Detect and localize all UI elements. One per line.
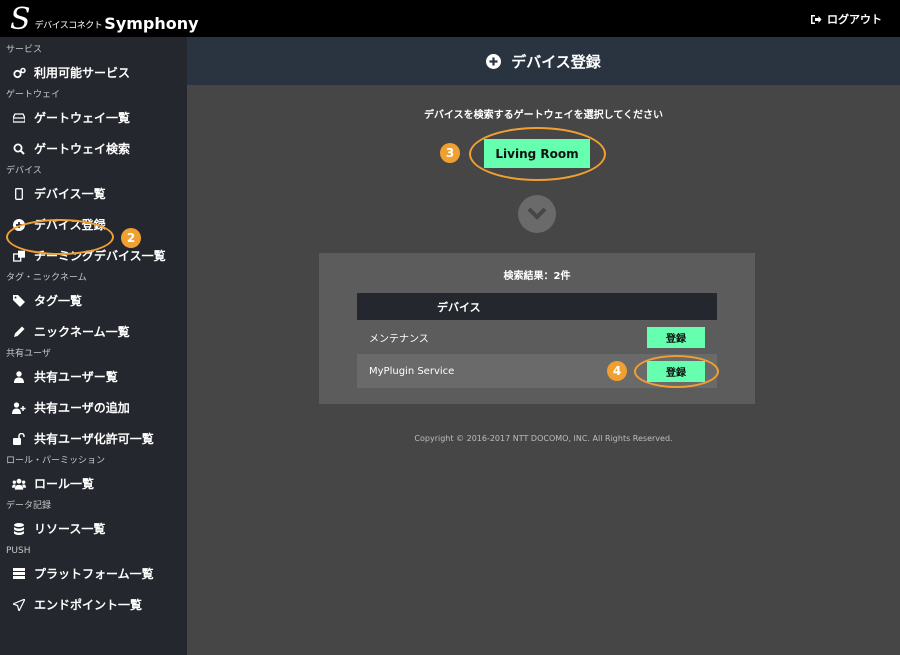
- search-results-panel: 検索結果：2件 デバイス メンテナンス 登録 MyPlugin Service …: [319, 253, 755, 404]
- sidebar-item-role-list[interactable]: ロール一覧: [0, 468, 187, 499]
- search-icon: [12, 142, 26, 156]
- database-icon: [12, 522, 26, 536]
- register-button[interactable]: 登録: [647, 326, 705, 348]
- sidebar-item-gateway-list[interactable]: ゲートウェイ一覧: [0, 102, 187, 133]
- sidebar-item-nickname-list[interactable]: ニックネーム一覧: [0, 316, 187, 347]
- sidebar: サービス 利用可能サービス ゲートウェイ ゲートウェイ一覧 ゲートウェイ検索 デ…: [0, 37, 187, 655]
- sidebar-section-tag-nickname: タグ・ニックネーム: [6, 273, 87, 283]
- sidebar-section-push: PUSH: [6, 546, 31, 556]
- sign-out-icon: [811, 14, 822, 24]
- sidebar-item-label: 共有ユーザー覧: [34, 370, 118, 384]
- tags-icon: [12, 294, 26, 308]
- table-header: デバイス: [357, 293, 717, 320]
- sidebar-item-platform-list[interactable]: プラットフォーム一覧: [0, 558, 187, 589]
- sidebar-item-teaming-device-list[interactable]: チーミングデバイス一覧: [0, 240, 187, 271]
- page-title: デバイス登録: [486, 51, 601, 72]
- gateway-living-room-button[interactable]: Living Room: [484, 139, 590, 168]
- step-badge-3: 3: [440, 143, 460, 163]
- sidebar-item-label: 利用可能サービス: [34, 66, 131, 80]
- logout-button[interactable]: ログアウト: [810, 11, 882, 27]
- logo-mark: S: [10, 2, 31, 37]
- copyright-footer: Copyright © 2016-2017 NTT DOCOMO, INC. A…: [414, 434, 673, 443]
- logout-label: ログアウト: [827, 13, 882, 26]
- users-icon: [12, 477, 26, 491]
- gateway-select-prompt: デバイスを検索するゲートウェイを選択してください: [423, 110, 664, 121]
- sidebar-section-shared-user: 共有ユーザ: [6, 349, 51, 359]
- sidebar-item-label: ニックネーム一覧: [34, 325, 130, 339]
- logo-jp-text: デバイスコネクト: [34, 21, 103, 31]
- send-icon: [12, 598, 26, 612]
- sidebar-item-device-list[interactable]: デバイス一覧: [0, 178, 187, 209]
- sidebar-item-label: プラットフォーム一覧: [34, 567, 154, 581]
- device-name: MyPlugin Service: [369, 365, 455, 377]
- sidebar-item-label: ゲートウェイ検索: [34, 142, 131, 156]
- sidebar-item-label: 共有ユーザの追加: [34, 401, 130, 415]
- sidebar-section-service: サービス: [6, 45, 43, 55]
- clone-icon: [12, 249, 26, 263]
- search-results-title: 検索結果：2件: [503, 271, 571, 282]
- pencil-icon: [12, 325, 26, 339]
- sidebar-section-data-record: データ記録: [6, 501, 52, 511]
- sidebar-item-label: ロール一覧: [34, 477, 95, 491]
- user-plus-icon: [12, 401, 26, 415]
- cogs-icon: [12, 66, 26, 80]
- page-title-text: デバイス登録: [511, 52, 601, 71]
- step-badge-2: 2: [121, 228, 141, 248]
- plus-circle-icon: [486, 53, 502, 69]
- sidebar-item-gateway-search[interactable]: ゲートウェイ検索: [0, 133, 187, 164]
- page-header: デバイス登録: [187, 37, 900, 85]
- sidebar-item-label: デバイス一覧: [34, 187, 106, 201]
- sidebar-item-label: 共有ユーザ化許可一覧: [34, 432, 154, 446]
- step-badge-4: 4: [607, 361, 627, 381]
- server-icon: [12, 567, 26, 581]
- table-row: MyPlugin Service 登録: [357, 354, 717, 388]
- chevron-circle-down-icon: [518, 195, 556, 233]
- sidebar-section-role-permission: ロール・パーミッション: [6, 456, 106, 466]
- sidebar-item-shared-user-list[interactable]: 共有ユーザー覧: [0, 361, 187, 392]
- device-table: デバイス メンテナンス 登録 MyPlugin Service 登録: [357, 293, 717, 388]
- device-name: メンテナンス: [369, 333, 429, 345]
- user-icon: [12, 370, 26, 384]
- sidebar-item-label: エンドポイント一覧: [34, 598, 143, 612]
- mobile-icon: [12, 187, 26, 201]
- sidebar-item-device-register[interactable]: デバイス登録: [0, 209, 187, 240]
- gateway-button-label: Living Room: [495, 146, 579, 161]
- table-row: メンテナンス 登録: [357, 320, 717, 354]
- sidebar-item-shared-user-permit-list[interactable]: 共有ユーザ化許可一覧: [0, 423, 187, 454]
- top-bar: S デバイスコネクト Symphony ログアウト: [0, 0, 900, 37]
- hdd-icon: [12, 111, 26, 125]
- plus-circle-icon: [12, 218, 26, 232]
- sidebar-section-gateway: ゲートウェイ: [6, 90, 61, 100]
- sidebar-item-tag-list[interactable]: タグ一覧: [0, 285, 187, 316]
- sidebar-item-label: デバイス登録: [34, 218, 106, 232]
- app-logo[interactable]: S デバイスコネクト Symphony: [10, 3, 199, 35]
- sidebar-item-endpoint-list[interactable]: エンドポイント一覧: [0, 589, 187, 620]
- sidebar-item-label: ゲートウェイ一覧: [34, 111, 131, 125]
- sidebar-item-label: リソース一覧: [34, 522, 106, 536]
- sidebar-item-label: タグ一覧: [34, 294, 83, 308]
- sidebar-item-label: チーミングデバイス一覧: [34, 249, 166, 263]
- sidebar-section-device: デバイス: [6, 166, 42, 176]
- register-button[interactable]: 登録: [647, 360, 705, 382]
- logo-en-text: Symphony: [104, 14, 199, 33]
- sidebar-item-shared-user-add[interactable]: 共有ユーザの追加: [0, 392, 187, 423]
- column-header-device: デバイス: [437, 300, 481, 314]
- sidebar-item-available-services[interactable]: 利用可能サービス: [0, 57, 187, 88]
- sidebar-item-resource-list[interactable]: リソース一覧: [0, 513, 187, 544]
- unlock-icon: [12, 432, 26, 446]
